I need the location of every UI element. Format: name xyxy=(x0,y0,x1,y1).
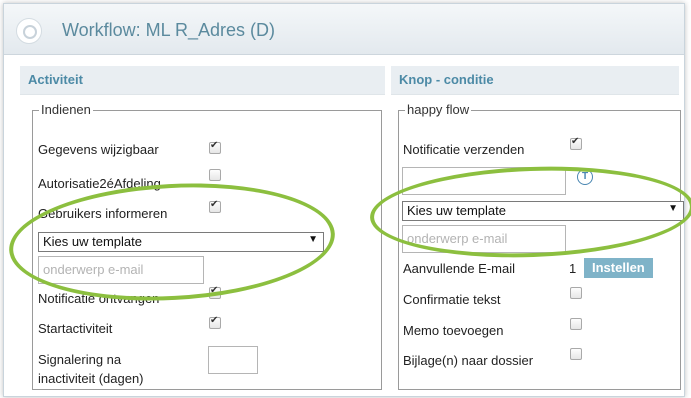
notificatie-verzenden-checkbox[interactable] xyxy=(570,136,582,150)
extra-recipient-input[interactable] xyxy=(402,167,566,195)
left-subject-input[interactable]: onderwerp e-mail xyxy=(38,256,204,284)
aanvullende-email-label: Aanvullende E-mail xyxy=(403,261,516,276)
gegevens-wijzigbaar-label: Gegevens wijzigbaar xyxy=(38,142,159,157)
indienen-legend: Indienen xyxy=(39,102,93,117)
app-logo-icon xyxy=(16,18,42,44)
autorisatie-checkbox[interactable] xyxy=(209,169,221,181)
memo-toevoegen-label: Memo toevoegen xyxy=(403,323,504,338)
confirmatie-tekst-label: Confirmatie tekst xyxy=(403,292,501,307)
activiteit-header-label: Activiteit xyxy=(28,72,83,87)
left-template-select-value: Kies uw template xyxy=(43,234,142,249)
gebruikers-informeren-checkbox[interactable] xyxy=(209,199,221,213)
workflow-window: Workflow: ML R_Adres (D) Activiteit Knop… xyxy=(3,3,685,397)
bijlage-naar-dossier-label: Bijlage(n) naar dossier xyxy=(403,353,534,368)
gegevens-wijzigbaar-checkbox[interactable] xyxy=(209,140,221,154)
title-bar: Workflow: ML R_Adres (D) xyxy=(4,4,684,55)
activiteit-header: Activiteit xyxy=(20,66,385,95)
signalering-label-line1: Signalering na xyxy=(38,352,122,367)
signalering-days-input[interactable] xyxy=(208,346,258,374)
notificatie-ontvangen-label: Notificatie ontvangen xyxy=(38,291,160,306)
dropdown-arrow-icon: ▼ xyxy=(668,203,678,214)
instellen-button[interactable]: Instellen xyxy=(584,258,653,278)
knop-conditie-header-label: Knop - conditie xyxy=(399,72,494,87)
right-subject-placeholder: onderwerp e-mail xyxy=(407,231,508,246)
signalering-label-line2: inactiviteit (dagen) xyxy=(38,371,144,386)
knop-conditie-header: Knop - conditie xyxy=(391,66,679,95)
notificatie-verzenden-label: Notificatie verzenden xyxy=(403,142,525,157)
bijlage-naar-dossier-checkbox[interactable] xyxy=(570,348,582,360)
memo-toevoegen-checkbox[interactable] xyxy=(570,318,582,330)
happy-flow-legend: happy flow xyxy=(405,102,472,117)
info-icon[interactable]: T xyxy=(577,169,593,185)
right-template-select[interactable]: Kies uw template ▼ xyxy=(402,201,684,221)
startactiviteit-label: Startactiviteit xyxy=(38,321,113,336)
left-template-select[interactable]: Kies uw template ▼ xyxy=(38,232,324,252)
startactiviteit-checkbox[interactable] xyxy=(209,315,221,329)
dropdown-arrow-icon: ▼ xyxy=(308,234,318,245)
aanvullende-email-count: 1 xyxy=(569,261,577,276)
left-subject-placeholder: onderwerp e-mail xyxy=(43,262,144,277)
notificatie-ontvangen-checkbox[interactable] xyxy=(209,285,221,299)
window-title: Workflow: ML R_Adres (D) xyxy=(62,20,276,40)
right-template-select-value: Kies uw template xyxy=(407,203,506,218)
right-subject-input[interactable]: onderwerp e-mail xyxy=(402,225,566,253)
confirmatie-tekst-checkbox[interactable] xyxy=(570,287,582,299)
autorisatie-label: Autorisatie2éAfdeling xyxy=(38,176,161,191)
gebruikers-informeren-label: Gebruikers informeren xyxy=(38,206,168,221)
